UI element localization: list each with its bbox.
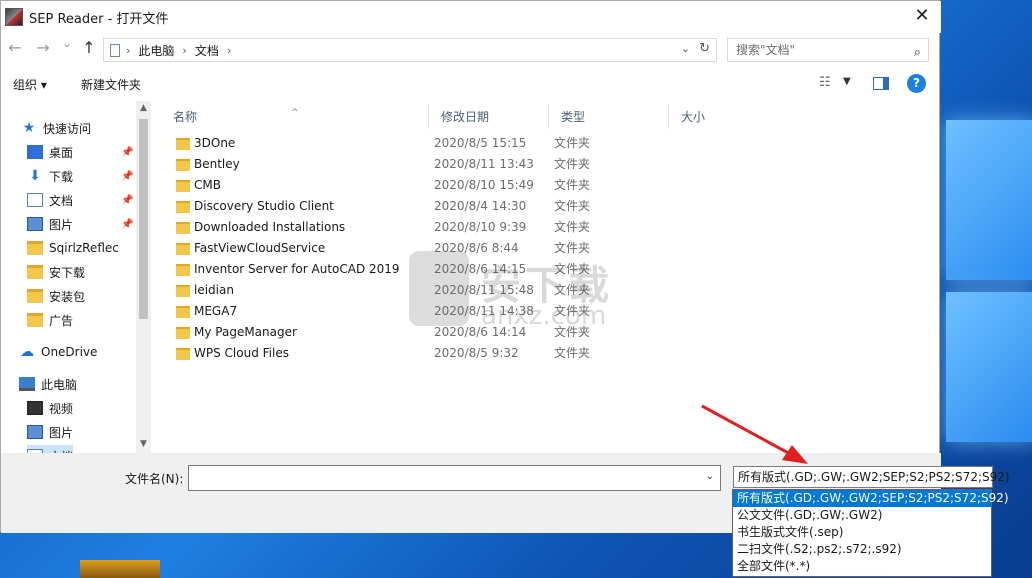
annotation-arrow-icon bbox=[701, 404, 808, 464]
arrow-head bbox=[782, 445, 808, 464]
arrow-shaft bbox=[701, 404, 793, 457]
